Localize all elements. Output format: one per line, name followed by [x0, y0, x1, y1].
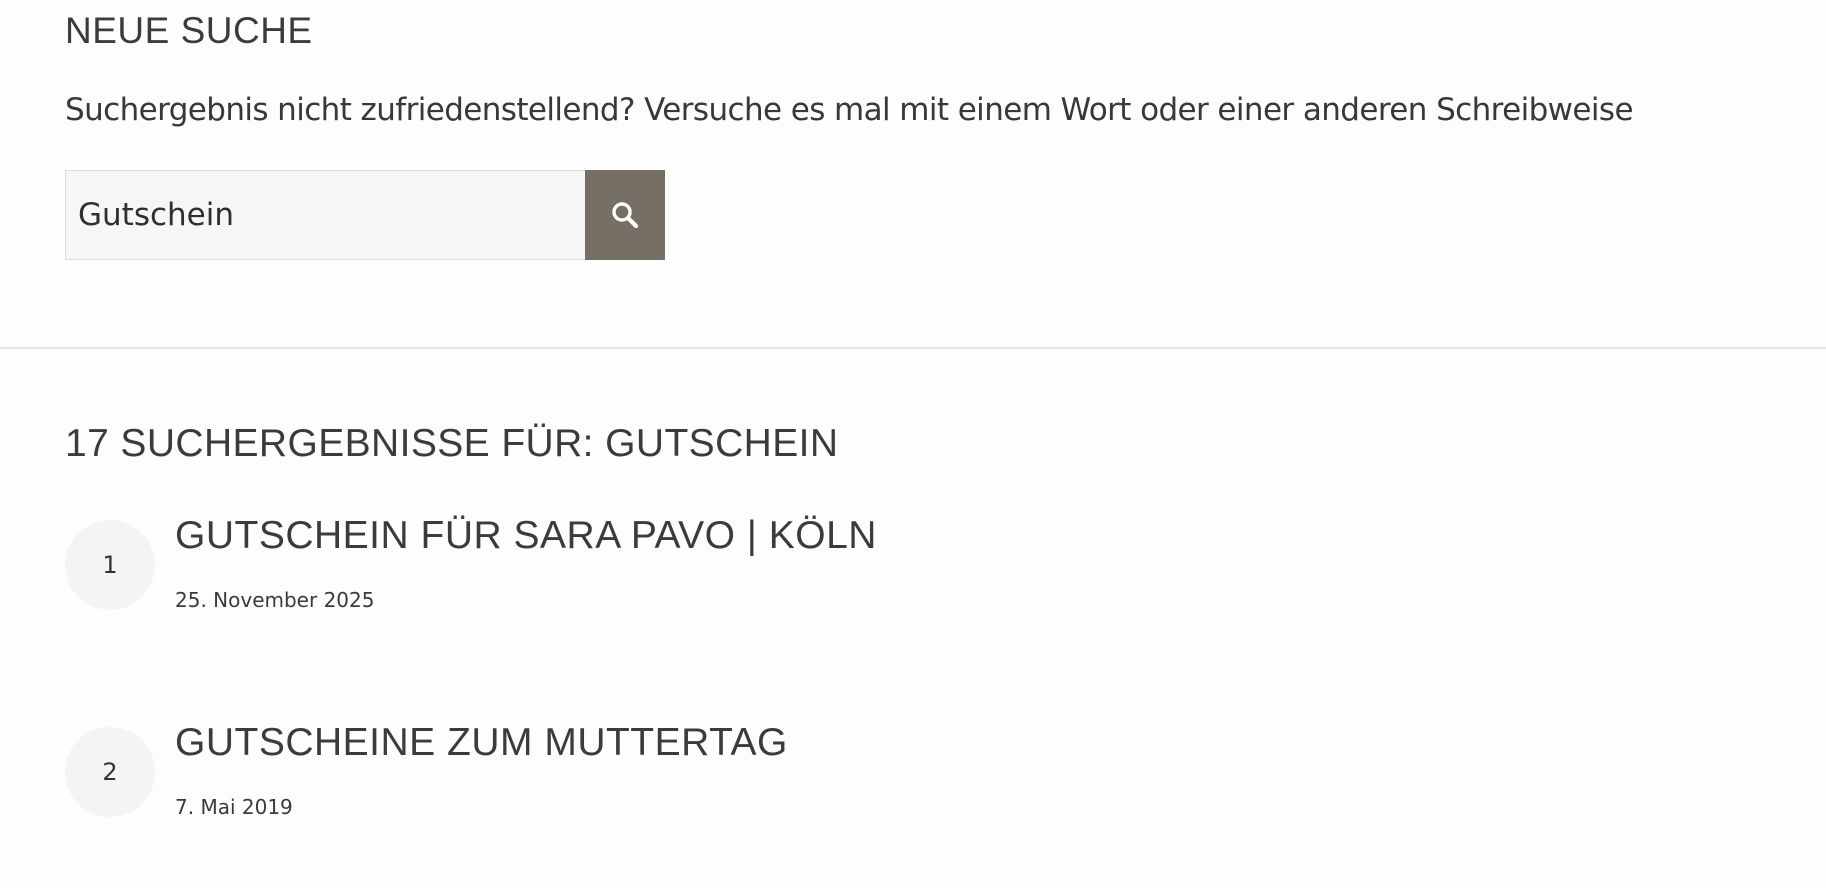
results-heading: 17 SUCHERGEBNISSE FÜR: GUTSCHEIN: [65, 422, 839, 465]
search-result-item: 1 GUTSCHEIN FÜR SARA PAVO | KÖLN 25. Nov…: [65, 514, 1765, 630]
result-date: 7. Mai 2019: [175, 795, 293, 819]
result-title-link[interactable]: GUTSCHEINE ZUM MUTTERTAG: [175, 721, 788, 765]
search-form: [65, 170, 665, 260]
search-hint-text: Suchergebnis nicht zufriedenstellend? Ve…: [65, 92, 1634, 128]
result-date: 25. November 2025: [175, 588, 375, 612]
search-results-page: NEUE SUCHE Suchergebnis nicht zufriedens…: [0, 0, 1826, 888]
new-search-heading: NEUE SUCHE: [65, 10, 313, 51]
search-icon: [610, 200, 640, 230]
search-input[interactable]: [65, 170, 585, 260]
result-number-badge: 1: [65, 520, 155, 610]
result-number-badge: 2: [65, 727, 155, 817]
section-divider: [0, 347, 1826, 349]
search-result-item: 2 GUTSCHEINE ZUM MUTTERTAG 7. Mai 2019: [65, 721, 1765, 837]
result-title-link[interactable]: GUTSCHEIN FÜR SARA PAVO | KÖLN: [175, 514, 877, 558]
search-button[interactable]: [585, 170, 665, 260]
